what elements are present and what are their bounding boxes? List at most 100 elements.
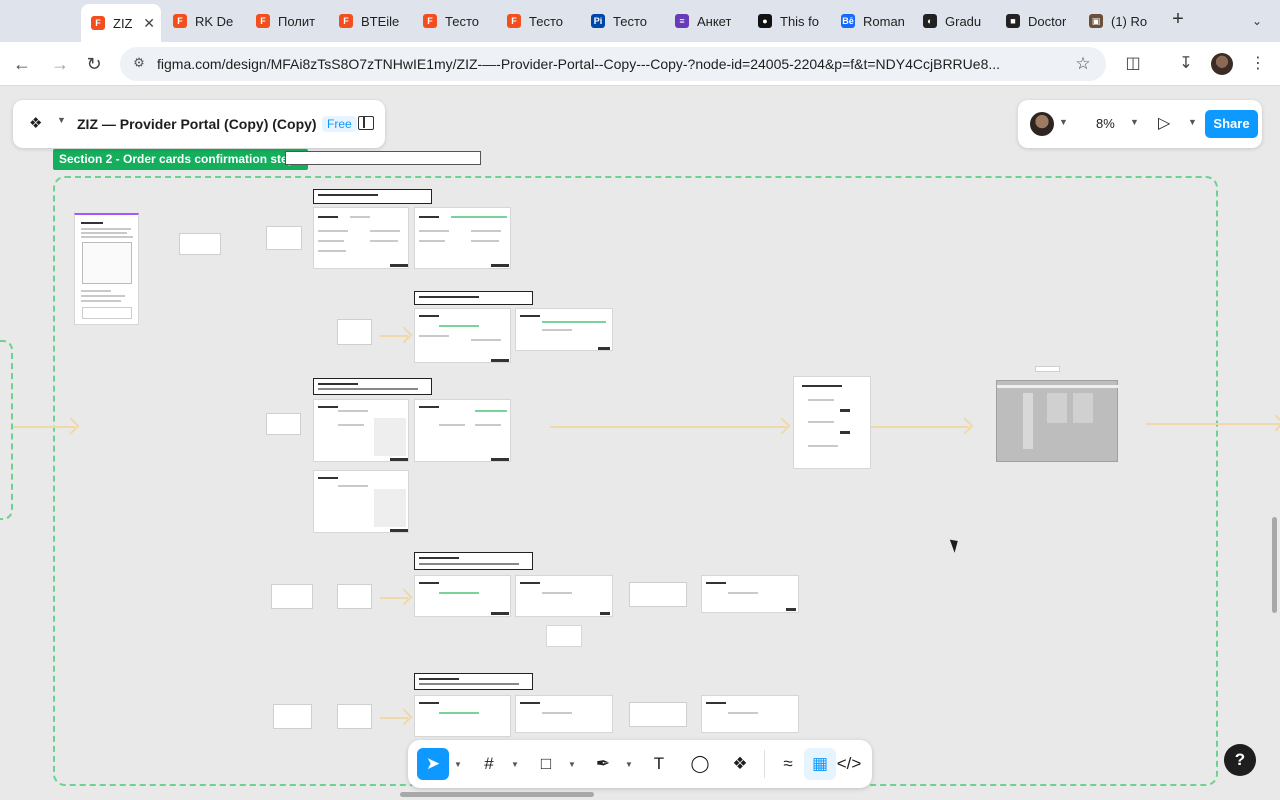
browser-tab[interactable]: ▣ (1) Ro (1079, 6, 1159, 36)
frame-tool-icon[interactable]: # (473, 748, 505, 780)
step-note[interactable] (337, 584, 372, 609)
step-note[interactable] (337, 704, 372, 729)
browser-tab[interactable]: F Полит (246, 6, 326, 36)
step-note[interactable] (273, 704, 312, 729)
design-approach-frame[interactable] (74, 213, 139, 325)
browser-tab[interactable]: Pi Тесто (581, 6, 661, 36)
text-tool-icon[interactable]: T (643, 748, 675, 780)
horizontal-scrollbar[interactable] (400, 792, 594, 797)
actions-tool-icon[interactable]: ❖ (724, 748, 756, 780)
section-frame[interactable] (53, 176, 1218, 786)
order-card-screen[interactable] (414, 207, 511, 269)
share-button[interactable]: Share (1205, 110, 1258, 138)
chevron-down-icon[interactable]: ▼ (57, 115, 66, 125)
new-tab-button[interactable]: + (1166, 8, 1190, 32)
order-card-screen[interactable] (701, 575, 799, 613)
present-play-icon[interactable]: ▷ (1158, 112, 1180, 136)
step-title-card[interactable] (414, 552, 533, 570)
site-settings-icon[interactable]: ⚙ (130, 55, 148, 73)
dev-mode-icon[interactable]: </> (833, 748, 865, 780)
chevron-down-icon[interactable]: ▼ (1059, 117, 1068, 127)
user-avatar[interactable] (1030, 112, 1054, 136)
step-title-card[interactable] (313, 189, 432, 204)
order-card-screen[interactable] (515, 695, 613, 733)
order-card-screen[interactable] (414, 695, 511, 737)
tab-search-chevron-icon[interactable]: ⌄ (1246, 10, 1268, 32)
step-note[interactable] (629, 582, 687, 607)
pen-tool-icon[interactable]: ✒ (587, 748, 619, 780)
frame-label-bar[interactable] (285, 151, 481, 165)
order-card-screen[interactable] (313, 399, 409, 462)
browser-tab[interactable]: ■ Doctor (996, 6, 1076, 36)
step-title-card[interactable] (414, 673, 533, 690)
browser-toolbar: ← → ↻ ⚙ figma.com/design/MFAi8zTsS8O7zTN… (0, 42, 1280, 86)
order-card-screen[interactable] (515, 575, 613, 617)
browser-tab[interactable]: ◐ Gradu (913, 6, 993, 36)
browser-tab[interactable]: F RK De (163, 6, 243, 36)
file-name[interactable]: ZIZ — Provider Portal (Copy) (Copy) (77, 116, 317, 132)
back-arrow-icon[interactable]: ← (10, 52, 34, 76)
tab-title: Gradu (945, 13, 982, 29)
plan-badge[interactable]: Free (322, 116, 357, 132)
order-card-screen[interactable] (414, 399, 511, 462)
frame-tag[interactable] (1035, 366, 1060, 372)
step-note[interactable] (271, 584, 313, 609)
tab-title: Roman (863, 13, 905, 29)
step-title-card[interactable] (313, 378, 432, 395)
order-card-screen[interactable] (414, 308, 511, 363)
order-card-screen[interactable] (515, 308, 613, 351)
figma-icon: F (256, 14, 270, 28)
chevron-down-icon[interactable]: ▼ (568, 760, 576, 769)
legend-note[interactable] (179, 233, 221, 255)
profile-avatar[interactable] (1211, 53, 1233, 75)
toggle-sidebar-icon[interactable] (358, 116, 374, 130)
comment-tool-icon[interactable]: ◯ (684, 748, 716, 780)
help-button[interactable]: ? (1224, 744, 1256, 776)
browser-tab[interactable]: F ZIZ ✕ (81, 4, 161, 42)
modal-screen[interactable] (546, 625, 582, 647)
url-text[interactable]: figma.com/design/MFAi8zTsS8O7zTNHwIE1my/… (157, 56, 1057, 72)
order-card-screen[interactable] (701, 695, 799, 733)
browser-tab[interactable]: F Тесто (497, 6, 577, 36)
vertical-scrollbar[interactable] (1272, 517, 1277, 613)
move-tool-icon[interactable]: ➤ (417, 748, 449, 780)
chevron-down-icon[interactable]: ▼ (511, 760, 519, 769)
bookmark-star-icon[interactable]: ☆ (1072, 53, 1094, 75)
provider-portal-screen[interactable] (996, 380, 1119, 462)
confirmation-screen[interactable] (793, 376, 871, 469)
browser-tab[interactable]: F Тесто (413, 6, 493, 36)
chevron-down-icon[interactable]: ▼ (1130, 117, 1139, 127)
order-card-screen[interactable] (313, 470, 409, 533)
design-mode-icon[interactable]: ▦ (804, 748, 836, 780)
figma-canvas[interactable]: Section 2 - Order cards confirmation ste… (0, 87, 1280, 800)
rectangle-tool-icon[interactable]: □ (530, 748, 562, 780)
step-note[interactable] (629, 702, 687, 727)
flow-arrow (380, 597, 408, 599)
tab-title: Тесто (445, 13, 479, 29)
kebab-menu-icon[interactable]: ⋮ (1246, 52, 1270, 76)
step-note[interactable] (266, 226, 302, 250)
browser-tab[interactable]: Bē Roman (831, 6, 911, 36)
address-bar[interactable]: ⚙ figma.com/design/MFAi8zTsS8O7zTNHwIE1m… (120, 47, 1106, 81)
browser-tab[interactable]: F BTEile (329, 6, 409, 36)
browser-tab[interactable]: ● This fo (748, 6, 828, 36)
record-icon: ● (758, 14, 772, 28)
forward-arrow-icon[interactable]: → (48, 52, 72, 76)
chevron-down-icon[interactable]: ▼ (454, 760, 462, 769)
extensions-puzzle-icon[interactable]: ◫ (1121, 52, 1145, 76)
section-title[interactable]: Section 2 - Order cards confirmation ste… (53, 149, 308, 170)
order-card-screen[interactable] (313, 207, 409, 269)
step-title-card[interactable] (414, 291, 533, 305)
step-note[interactable] (337, 319, 372, 345)
tab-title: Тесто (613, 13, 647, 29)
reload-icon[interactable]: ↻ (82, 52, 106, 76)
close-icon[interactable]: ✕ (143, 15, 155, 32)
browser-tab[interactable]: ≡ Анкет (665, 6, 745, 36)
figma-menu-icon[interactable]: ❖ (29, 114, 51, 134)
draw-mode-icon[interactable]: ≈ (772, 748, 804, 780)
download-icon[interactable]: ↧ (1174, 52, 1198, 76)
step-note[interactable] (266, 413, 301, 435)
chevron-down-icon[interactable]: ▼ (625, 760, 633, 769)
order-card-screen[interactable] (414, 575, 511, 617)
chevron-down-icon[interactable]: ▼ (1188, 117, 1197, 127)
